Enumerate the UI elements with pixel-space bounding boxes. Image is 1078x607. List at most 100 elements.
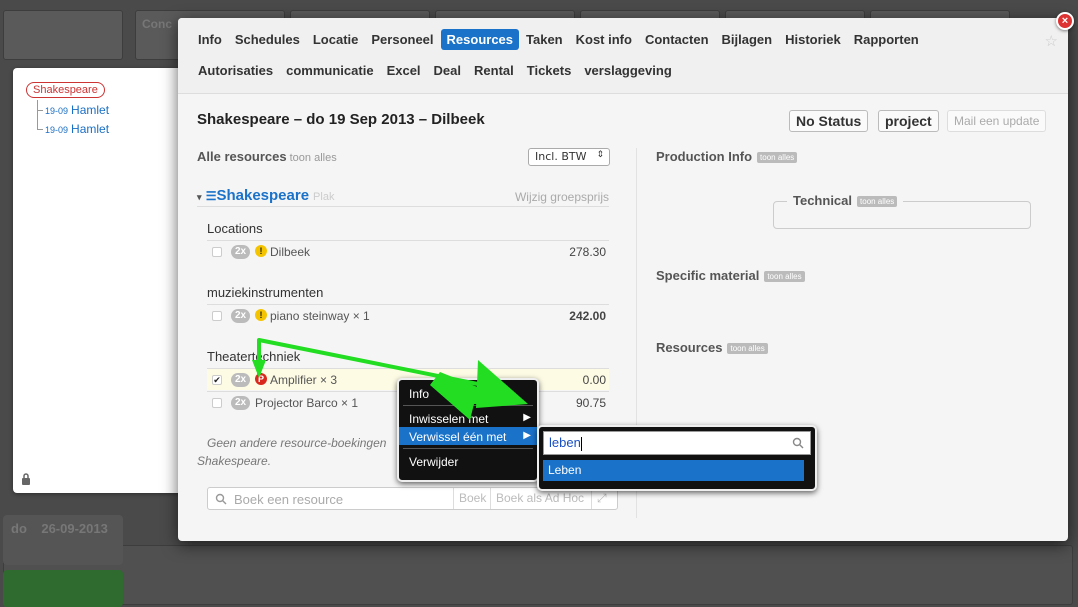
- all-resources-label: Alle resources: [197, 149, 287, 164]
- show-all-pill[interactable]: toon alles: [727, 343, 768, 355]
- search-icon: [215, 493, 227, 505]
- tab-communicatie[interactable]: communicatie: [280, 60, 379, 81]
- problem-icon: P: [255, 373, 267, 385]
- page-title: Shakespeare – do 19 Sep 2013 – Dilbeek: [197, 111, 485, 128]
- resource-price: 90.75: [575, 396, 606, 410]
- tab-rapporten[interactable]: Rapporten: [848, 29, 925, 50]
- book-button[interactable]: Boek: [453, 488, 491, 509]
- row-checkbox[interactable]: [212, 311, 222, 321]
- count-badge: 2x: [231, 373, 251, 387]
- tab-tickets[interactable]: Tickets: [521, 60, 578, 81]
- tab-contacten[interactable]: Contacten: [639, 29, 715, 50]
- text-caret: [580, 436, 582, 451]
- tab-info[interactable]: Info: [192, 29, 228, 50]
- tab-row-secondary: Autorisaties communicatie Excel Deal Ren…: [192, 60, 679, 81]
- swap-search-input[interactable]: leben: [543, 431, 811, 455]
- specific-material-label: Specific material: [656, 268, 760, 283]
- submenu-arrow-icon: ▶: [523, 430, 531, 441]
- tree-child-date: 19-09: [45, 125, 69, 135]
- resource-name: Amplifier × 3: [270, 373, 338, 387]
- collapse-triangle-icon[interactable]: ▾: [197, 192, 202, 202]
- show-all-pill[interactable]: toon alles: [857, 196, 898, 208]
- resource-name: Dilbeek: [270, 245, 311, 259]
- resource-name: Projector Barco × 1: [255, 396, 359, 410]
- resource-row[interactable]: 2x ! piano steinway × 1 242.00: [207, 304, 609, 326]
- category-heading: Locations: [207, 221, 263, 236]
- tab-schedules[interactable]: Schedules: [229, 29, 306, 50]
- menu-item-verwijder[interactable]: Verwijder: [399, 452, 537, 470]
- calendar-event-green[interactable]: [3, 570, 123, 607]
- specific-material-heading: Specific material toon alles: [656, 268, 805, 283]
- show-all-link[interactable]: toon alles: [290, 152, 337, 164]
- mail-update-button[interactable]: Mail een update: [947, 110, 1047, 132]
- menu-item-label: Inwisselen met: [409, 412, 489, 426]
- row-checkbox-checked[interactable]: ✔: [212, 375, 222, 385]
- hierarchy-icon: ☰: [205, 189, 217, 203]
- all-resources-heading: Alle resources toon alles: [197, 149, 337, 164]
- close-button[interactable]: ×: [1056, 12, 1074, 30]
- paste-link[interactable]: Plak: [313, 191, 334, 203]
- book-adhoc-button[interactable]: Boek als Ad Hoc: [490, 488, 589, 509]
- note-line: Geen andere resource-boekingen: [207, 436, 387, 450]
- tab-autorisaties[interactable]: Autorisaties: [192, 60, 279, 81]
- select-arrows-icon: ⇕: [596, 150, 604, 160]
- no-bookings-note: Geen andere resource-boekingen Shakespea…: [197, 434, 387, 470]
- resources-label: Resources: [656, 340, 723, 355]
- menu-item-inwisselen[interactable]: Inwisselen met ▶: [399, 409, 537, 427]
- warning-icon: !: [255, 309, 267, 321]
- tree-child-node[interactable]: 19-09 Hamlet: [45, 103, 109, 117]
- edit-group-price-link[interactable]: Wijzig groepsprijs: [515, 190, 609, 204]
- tab-historiek[interactable]: Historiek: [779, 29, 847, 50]
- project-button[interactable]: project: [878, 110, 939, 132]
- count-badge: 2x: [231, 245, 251, 259]
- book-resource-input[interactable]: Boek een resource: [234, 492, 343, 507]
- group-title[interactable]: ▾ ☰Shakespeare Plak: [197, 187, 334, 204]
- menu-separator: [403, 448, 533, 449]
- modal-header: Info Schedules Locatie Personeel Resourc…: [178, 18, 1068, 94]
- swap-search-value: leben: [549, 435, 581, 450]
- calendar-day-cell[interactable]: do 26-09-2013: [3, 515, 123, 565]
- tree-root-node[interactable]: Shakespeare: [26, 82, 105, 98]
- group-name: Shakespeare: [216, 187, 310, 204]
- status-button[interactable]: No Status: [789, 110, 869, 132]
- swap-result-item[interactable]: Leben: [543, 460, 804, 481]
- row-checkbox[interactable]: [212, 247, 222, 257]
- row-checkbox[interactable]: [212, 398, 222, 408]
- expand-icon[interactable]: ⤢: [591, 488, 617, 509]
- menu-item-verwissel[interactable]: Verwissel één met ▶: [399, 427, 537, 445]
- tree-child-node[interactable]: 19-09 Hamlet: [45, 122, 109, 136]
- warning-icon: !: [255, 245, 267, 257]
- calendar-cell: [3, 10, 123, 60]
- show-all-pill[interactable]: toon alles: [757, 152, 798, 164]
- date-label: 26-09-2013: [41, 521, 108, 536]
- resources-heading: Resources toon alles: [656, 340, 768, 355]
- tree-connector: [37, 129, 43, 130]
- search-icon: [792, 437, 804, 449]
- resource-row[interactable]: 2x ! Dilbeek 278.30: [207, 240, 609, 262]
- tab-resources[interactable]: Resources: [440, 29, 520, 50]
- lock-icon: [22, 473, 30, 485]
- tab-excel[interactable]: Excel: [381, 60, 427, 81]
- star-icon[interactable]: ☆: [1045, 32, 1058, 50]
- production-info-label: Production Info: [656, 149, 753, 164]
- tab-rental[interactable]: Rental: [468, 60, 520, 81]
- tab-bijlagen[interactable]: Bijlagen: [716, 29, 779, 50]
- tab-taken[interactable]: Taken: [520, 29, 569, 50]
- resource-name: piano steinway × 1: [270, 309, 370, 323]
- tab-row-primary: Info Schedules Locatie Personeel Resourc…: [192, 29, 926, 50]
- tab-kost-info[interactable]: Kost info: [570, 29, 638, 50]
- tab-deal[interactable]: Deal: [428, 60, 467, 81]
- tree-connector: [37, 110, 43, 111]
- vat-select-value: Incl. BTW: [535, 150, 587, 163]
- tab-verslaggeving[interactable]: verslaggeving: [578, 60, 677, 81]
- menu-item-label: Verwissel één met: [409, 430, 507, 444]
- technical-label: Technical: [793, 193, 853, 208]
- count-badge: 2x: [231, 309, 251, 323]
- menu-item-info[interactable]: Info: [399, 384, 537, 402]
- show-all-pill[interactable]: toon alles: [764, 271, 805, 283]
- vat-select[interactable]: Incl. BTW ⇕: [528, 148, 610, 166]
- context-menu: Info Inwisselen met ▶ Verwissel één met …: [397, 378, 539, 482]
- tab-locatie[interactable]: Locatie: [307, 29, 365, 50]
- production-info-heading: Production Info toon alles: [656, 149, 798, 164]
- tab-personeel[interactable]: Personeel: [365, 29, 439, 50]
